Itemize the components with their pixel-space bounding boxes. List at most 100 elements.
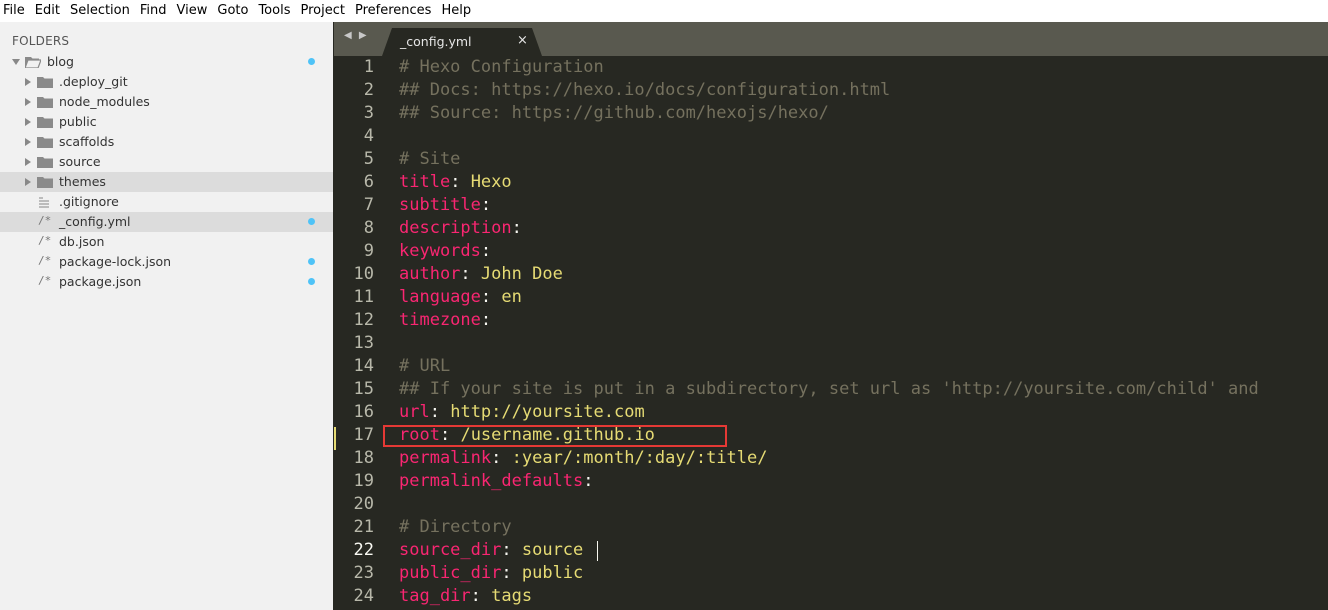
yaml-key: description: [399, 218, 512, 238]
yaml-colon: :: [480, 241, 492, 261]
code-line[interactable]: ## Docs: https://hexo.io/docs/configurat…: [399, 79, 890, 102]
yaml-key: language: [399, 287, 481, 307]
code-line[interactable]: public_dir: public: [399, 562, 583, 585]
menu-view[interactable]: View: [172, 0, 213, 22]
menu-help[interactable]: Help: [436, 0, 476, 22]
chevron-right-icon[interactable]: [25, 118, 31, 126]
sidebar-item-public[interactable]: public: [0, 112, 333, 132]
yaml-colon: :: [583, 471, 594, 491]
menu-preferences[interactable]: Preferences: [350, 0, 436, 22]
yaml-colon: :: [501, 540, 512, 560]
code-line[interactable]: # Directory: [399, 516, 512, 539]
line-number: 9: [363, 241, 374, 261]
menu-edit[interactable]: Edit: [30, 0, 65, 22]
line-number: 11: [353, 287, 374, 307]
yaml-colon: :: [470, 586, 481, 606]
line-number: 24: [353, 586, 374, 606]
chevron-right-icon[interactable]: [25, 158, 31, 166]
code-line[interactable]: author: John Doe: [399, 263, 563, 286]
code-line[interactable]: # Site: [399, 148, 460, 171]
yaml-key: title: [399, 172, 451, 192]
sidebar-item-gitignore[interactable]: .gitignore: [0, 192, 333, 212]
tab-close-icon[interactable]: ×: [517, 33, 528, 48]
code-line[interactable]: source_dir: source: [399, 539, 583, 562]
modified-dot-icon: [308, 258, 315, 265]
menu-goto[interactable]: Goto: [212, 0, 253, 22]
code-line[interactable]: title: Hexo: [399, 171, 512, 194]
yaml-value: source: [521, 540, 584, 560]
code-line[interactable]: keywords:: [399, 240, 491, 263]
menu-file[interactable]: File: [0, 0, 30, 22]
menu-bar: File Edit Selection Find View Goto Tools Projec…: [0, 0, 1328, 22]
sidebar-item-config-yml[interactable]: /* _config.yml: [0, 212, 333, 232]
sidebar-item-label: .gitignore: [59, 194, 119, 209]
code-line[interactable]: # Hexo Configuration: [399, 56, 604, 79]
sidebar-item-label: .deploy_git: [59, 74, 128, 89]
yaml-value: http://yoursite.com: [450, 402, 645, 422]
yaml-colon: :: [450, 172, 461, 192]
code-line[interactable]: # URL: [399, 355, 450, 378]
chevron-down-icon[interactable]: [12, 59, 20, 65]
yaml-value: :year/:month/:day/:title/: [511, 448, 768, 468]
folder-icon: [37, 137, 53, 148]
code-line[interactable]: subtitle:: [399, 194, 491, 217]
code-line[interactable]: language: en: [399, 286, 522, 309]
chevron-right-icon[interactable]: [25, 98, 31, 106]
chevron-right-icon[interactable]: [25, 178, 31, 186]
code-line[interactable]: ## If your site is put in a subdirectory…: [399, 378, 1259, 401]
code-line[interactable]: permalink_defaults:: [399, 470, 593, 493]
code-line[interactable]: tag_dir: tags: [399, 585, 532, 608]
highlight-box-root-line: [383, 425, 727, 447]
code-line[interactable]: ## Source: https://github.com/hexojs/hex…: [399, 102, 829, 125]
line-number: 19: [353, 471, 374, 491]
yaml-key: source_dir: [399, 540, 502, 560]
yaml-comment: # Site: [399, 149, 461, 169]
yaml-colon: :: [511, 218, 522, 238]
folder-icon: [37, 177, 53, 188]
sidebar-item-package-lock-json[interactable]: /* package-lock.json: [0, 252, 333, 272]
menu-selection[interactable]: Selection: [65, 0, 135, 22]
modified-dot-icon: [308, 58, 315, 65]
sidebar-item-db-json[interactable]: /* db.json: [0, 232, 333, 252]
code-line[interactable]: description:: [399, 217, 522, 240]
yaml-comment: ## If your site is put in a subdirectory…: [399, 379, 1259, 399]
line-number: 12: [353, 310, 374, 330]
yaml-value: tags: [491, 586, 533, 606]
tab-label[interactable]: _config.yml: [400, 34, 472, 49]
sidebar-item-package-json[interactable]: /* package.json: [0, 272, 333, 292]
folder-icon: [37, 97, 53, 108]
line-number: 4: [363, 126, 374, 146]
menu-tools[interactable]: Tools: [253, 0, 295, 22]
yaml-key: public_dir: [399, 563, 502, 583]
code-line[interactable]: permalink: :year/:month/:day/:title/: [399, 447, 768, 470]
menu-find[interactable]: Find: [135, 0, 172, 22]
line-number: 3: [363, 103, 374, 123]
sidebar-item-deploy-git[interactable]: .deploy_git: [0, 72, 333, 92]
yaml-colon: :: [501, 563, 512, 583]
sidebar-item-source[interactable]: source: [0, 152, 333, 172]
sidebar-item-scaffolds[interactable]: scaffolds: [0, 132, 333, 152]
code-line[interactable]: url: http://yoursite.com: [399, 401, 645, 424]
yaml-colon: :: [480, 310, 492, 330]
code-line[interactable]: timezone:: [399, 309, 491, 332]
line-number: 2: [363, 80, 374, 100]
yaml-value: John Doe: [480, 264, 563, 284]
line-number: 1: [363, 57, 374, 77]
sidebar-item-node-modules[interactable]: node_modules: [0, 92, 333, 112]
menu-project[interactable]: Project: [295, 0, 349, 22]
yaml-key: permalink_defaults: [399, 471, 584, 491]
sidebar-item-blog[interactable]: blog: [0, 52, 333, 72]
sidebar-item-label: themes: [59, 174, 106, 189]
chevron-right-icon[interactable]: [25, 78, 31, 86]
line-number: 15: [353, 379, 374, 399]
chevron-right-icon[interactable]: [25, 138, 31, 146]
folder-icon: [37, 77, 53, 88]
tab-nav-arrows-icon[interactable]: ◀ ▶: [344, 30, 369, 41]
sidebar-item-label: scaffolds: [59, 134, 115, 149]
yaml-colon: :: [491, 448, 502, 468]
line-number: 13: [353, 333, 374, 353]
code-editor[interactable]: 1 # Hexo Configuration 2 ## Docs: https://h…: [334, 56, 1328, 610]
line-number: 16: [353, 402, 374, 422]
sidebar-item-themes[interactable]: themes: [0, 172, 333, 192]
yaml-value: Hexo: [470, 172, 512, 192]
